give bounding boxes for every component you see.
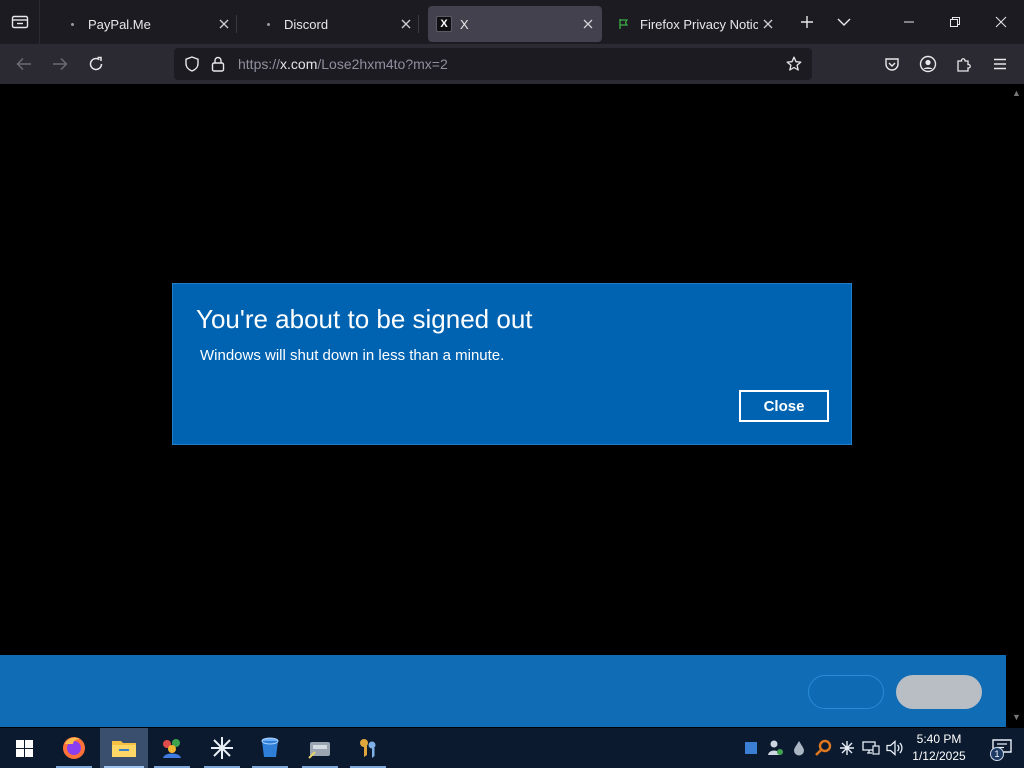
user-status-icon[interactable] (766, 738, 784, 758)
banner-primary-button[interactable] (896, 675, 982, 709)
tray-square-icon[interactable] (742, 738, 760, 758)
close-tab-icon[interactable] (396, 14, 416, 34)
action-center-button[interactable] (980, 728, 1024, 768)
tab-label: Discord (284, 16, 329, 32)
file-explorer-icon (112, 741, 136, 757)
asterisk-app-icon (211, 737, 233, 759)
pocket-icon (885, 58, 899, 71)
dialog-message: Windows will shut down in less than a mi… (200, 347, 505, 364)
close-tab-icon[interactable] (758, 14, 778, 34)
volume-icon[interactable] (886, 738, 904, 758)
forward-arrow-icon (53, 57, 68, 71)
minimize-button[interactable] (886, 0, 932, 44)
url-prefix: https:// (238, 56, 281, 72)
restore-button[interactable] (932, 0, 978, 44)
mozilla-flag-icon (616, 16, 632, 32)
taskbar: 5:40 PM 1/12/2025 (0, 728, 1024, 768)
tab-strip: PayPal.Me Discord X X Firefox Privacy No… (0, 0, 1024, 44)
plus-icon (801, 16, 813, 28)
taskbar-bucket-app[interactable] (246, 728, 294, 768)
new-tab-button[interactable] (790, 0, 824, 44)
scroll-up-icon[interactable]: ▲ (1012, 88, 1021, 98)
back-arrow-icon (16, 57, 31, 71)
back-button[interactable] (8, 48, 40, 80)
tab-label: PayPal.Me (88, 16, 151, 32)
pocket-button[interactable] (876, 48, 908, 80)
chevron-down-icon (837, 18, 851, 26)
navigation-toolbar: https://x.com/Lose2hxm4to?mx=2 (0, 44, 1024, 84)
bucket-app-icon (261, 737, 279, 757)
account-button[interactable] (912, 48, 944, 80)
minimize-icon (904, 21, 914, 23)
tab-paypal[interactable]: PayPal.Me (58, 6, 237, 42)
account-icon (919, 55, 937, 73)
close-window-button[interactable] (978, 0, 1024, 44)
close-tab-icon[interactable] (578, 14, 598, 34)
lock-icon[interactable] (204, 48, 232, 80)
list-all-tabs-button[interactable] (824, 0, 864, 44)
start-icon (15, 739, 33, 757)
banner-secondary-button[interactable] (808, 675, 884, 709)
firefox-view-icon (11, 15, 28, 29)
extensions-button[interactable] (948, 48, 980, 80)
search-tray-icon[interactable] (814, 738, 832, 758)
asterisk-tray-icon[interactable] (838, 738, 856, 758)
url-text[interactable]: https://x.com/Lose2hxm4to?mx=2 (238, 56, 448, 72)
taskbar-drive-app[interactable] (296, 728, 344, 768)
tab-privacy-notice[interactable]: Firefox Privacy Notice · (610, 6, 782, 42)
keys-app-icon (360, 739, 376, 758)
dialog-title: You're about to be signed out (196, 304, 533, 334)
reload-button[interactable] (80, 48, 112, 80)
taskbar-keys-app[interactable] (344, 728, 392, 768)
puzzle-icon (957, 58, 971, 72)
people-app-icon (163, 739, 181, 758)
firefox-icon (63, 737, 85, 759)
restore-icon (950, 17, 960, 27)
taskbar-people-app[interactable] (148, 728, 196, 768)
tab-x[interactable]: X X (428, 6, 602, 42)
taskbar-asterisk-app[interactable] (198, 728, 246, 768)
scrollbar[interactable]: ▲ ▼ (1008, 84, 1024, 728)
reload-icon (89, 56, 103, 71)
menu-button[interactable] (984, 48, 1016, 80)
dot-icon (260, 16, 276, 32)
url-host: x.com (280, 56, 318, 72)
hamburger-menu-icon (994, 58, 1006, 70)
url-path: /Lose2hxm4to?mx=2 (317, 56, 448, 72)
dot-icon (64, 16, 80, 32)
tab-discord[interactable]: Discord (240, 6, 419, 42)
network-icon[interactable] (862, 738, 880, 758)
start-button[interactable] (0, 728, 48, 768)
close-icon (995, 16, 1007, 28)
close-button[interactable]: Close (739, 390, 829, 422)
firefox-view-button[interactable] (0, 0, 40, 44)
drive-app-icon (308, 742, 330, 759)
taskbar-file-explorer[interactable] (100, 728, 148, 768)
bookmark-star-icon[interactable] (780, 48, 808, 80)
tracking-protection-icon[interactable] (178, 48, 206, 80)
address-bar[interactable]: https://x.com/Lose2hxm4to?mx=2 (174, 48, 812, 80)
close-tab-icon[interactable] (214, 14, 234, 34)
taskbar-firefox[interactable] (50, 728, 98, 768)
sign-out-dialog: You're about to be signed out Windows wi… (172, 283, 852, 445)
notification-count-badge: 1 (990, 747, 1004, 761)
clock-date: 1/12/2025 (912, 749, 966, 763)
x-logo-icon: X (436, 16, 452, 32)
forward-button[interactable] (44, 48, 76, 80)
taskbar-clock[interactable]: 5:40 PM 1/12/2025 (906, 731, 972, 765)
clock-time: 5:40 PM (916, 732, 962, 746)
droplet-icon[interactable] (790, 738, 808, 758)
tab-label: X (460, 16, 469, 32)
tab-label: Firefox Privacy Notice · (640, 16, 758, 32)
scroll-down-icon[interactable]: ▼ (1012, 712, 1021, 722)
